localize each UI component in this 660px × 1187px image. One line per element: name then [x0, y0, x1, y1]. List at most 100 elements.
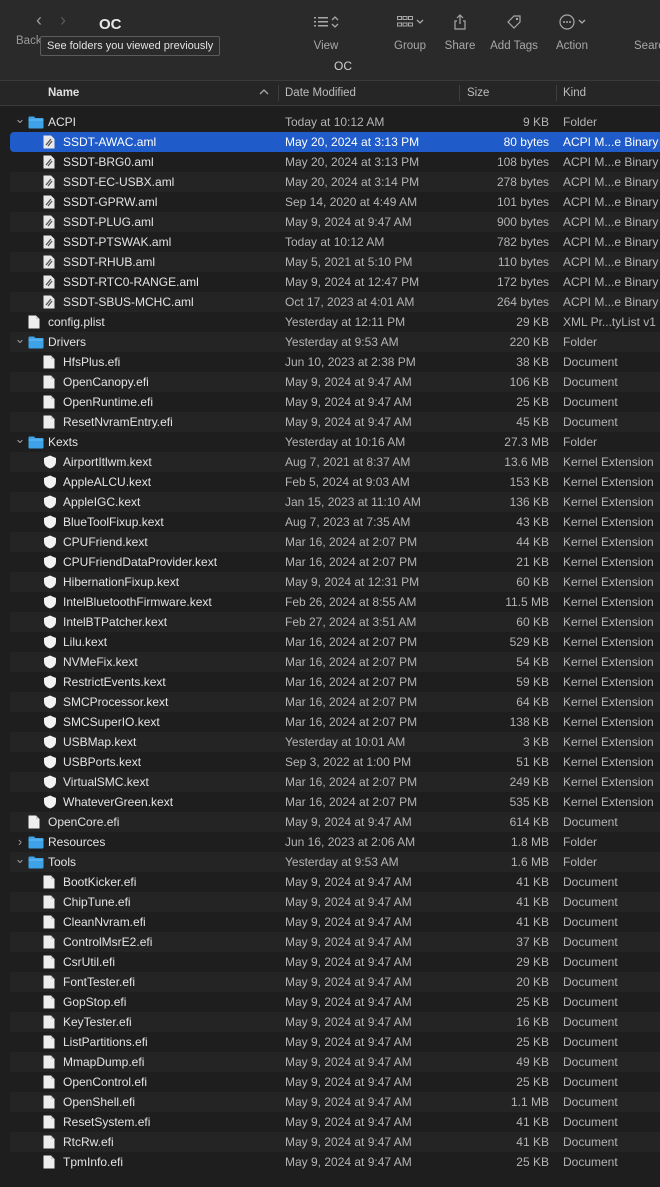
group-button[interactable]: Group	[390, 12, 430, 52]
view-button[interactable]: View	[306, 12, 346, 52]
column-divider[interactable]	[278, 85, 279, 101]
file-row[interactable]: OpenControl.efi May 9, 2024 at 9:47 AM 25 …	[0, 1072, 660, 1092]
file-row[interactable]: ControlMsrE2.efi May 9, 2024 at 9:47 AM 37…	[0, 932, 660, 952]
file-date-modified: May 9, 2024 at 9:47 AM	[285, 995, 412, 1009]
file-row[interactable]: OpenShell.efi May 9, 2024 at 9:47 AM 1.1 M…	[0, 1092, 660, 1112]
file-row[interactable]: MmapDump.efi May 9, 2024 at 9:47 AM 49 KB D…	[0, 1052, 660, 1072]
file-row[interactable]: Lilu.kext Mar 16, 2024 at 2:07 PM 529 KB Ke…	[0, 632, 660, 652]
folder-icon	[28, 855, 44, 869]
file-row[interactable]: ResetNvramEntry.efi May 9, 2024 at 9:47 A…	[0, 412, 660, 432]
file-row[interactable]: ChipTune.efi May 9, 2024 at 9:47 AM 41 KB D…	[0, 892, 660, 912]
file-row[interactable]: BootKicker.efi May 9, 2024 at 9:47 AM 41 K…	[0, 872, 660, 892]
file-size: 41 KB	[516, 895, 549, 909]
file-row[interactable]: SMCSuperIO.kext Mar 16, 2024 at 2:07 PM 13…	[0, 712, 660, 732]
file-row[interactable]: ⌄ ACPI Today at 10:12 AM 9 KB Folder	[0, 109, 660, 132]
add-tags-button[interactable]: Add Tags	[488, 12, 540, 52]
file-kind: ACPI M...e Binary	[563, 215, 659, 229]
file-size: 41 KB	[516, 875, 549, 889]
sort-ascending-icon[interactable]	[259, 88, 269, 96]
file-row[interactable]: SSDT-BRG0.aml May 20, 2024 at 3:13 PM 108 …	[0, 152, 660, 172]
back-tooltip: See folders you viewed previously	[40, 36, 221, 56]
file-name: CleanNvram.efi	[63, 915, 146, 929]
file-row[interactable]: config.plist Yesterday at 12:11 PM 29 KB XM…	[0, 312, 660, 332]
column-name[interactable]: Name	[48, 87, 79, 99]
file-row[interactable]: BlueToolFixup.kext Aug 7, 2023 at 7:35 AM…	[0, 512, 660, 532]
file-row[interactable]: SMCProcessor.kext Mar 16, 2024 at 2:07 PM…	[0, 692, 660, 712]
file-row[interactable]: SSDT-RHUB.aml May 5, 2021 at 5:10 PM 110 b…	[0, 252, 660, 272]
group-grid-icon	[396, 16, 413, 27]
file-row[interactable]: OpenCanopy.efi May 9, 2024 at 9:47 AM 106 …	[0, 372, 660, 392]
document-icon	[28, 815, 42, 829]
file-name: Kexts	[48, 435, 79, 449]
disclosure-open-icon[interactable]: ⌄	[14, 329, 26, 349]
file-name: RtcRw.efi	[63, 1135, 114, 1149]
column-size[interactable]: Size	[467, 87, 489, 99]
file-date-modified: Feb 27, 2024 at 3:51 AM	[285, 615, 417, 629]
file-row[interactable]: ⌄ Drivers Yesterday at 9:53 AM 220 KB Folder	[0, 329, 660, 352]
forward-chevron-icon[interactable]: ›	[52, 10, 74, 30]
file-row[interactable]: GopStop.efi May 9, 2024 at 9:47 AM 25 KB Do…	[0, 992, 660, 1012]
action-button[interactable]: Action	[552, 12, 592, 52]
share-button[interactable]: Share	[442, 12, 478, 52]
file-date-modified: Jun 16, 2023 at 2:06 AM	[285, 835, 416, 849]
back-chevron-icon[interactable]: ‹	[28, 10, 50, 30]
file-row[interactable]: AppleALCU.kext Feb 5, 2024 at 9:03 AM 153 …	[0, 472, 660, 492]
file-kind: Document	[563, 355, 618, 369]
file-kind: Kernel Extension	[563, 655, 654, 669]
file-row[interactable]: TpmInfo.efi May 9, 2024 at 9:47 AM 25 KB Do…	[0, 1152, 660, 1172]
column-date-modified[interactable]: Date Modified	[285, 87, 356, 99]
file-row[interactable]: ResetSystem.efi May 9, 2024 at 9:47 AM 41 …	[0, 1112, 660, 1132]
file-kind: Document	[563, 375, 618, 389]
disclosure-open-icon[interactable]: ⌄	[14, 429, 26, 449]
file-row[interactable]: OpenCore.efi May 9, 2024 at 9:47 AM 614 KB…	[0, 812, 660, 832]
file-row[interactable]: RestrictEvents.kext Mar 16, 2024 at 2:07 …	[0, 672, 660, 692]
file-row[interactable]: SSDT-PTSWAK.aml Today at 10:12 AM 782 byte…	[0, 232, 660, 252]
file-row[interactable]: RtcRw.efi May 9, 2024 at 9:47 AM 41 KB Docu…	[0, 1132, 660, 1152]
file-row[interactable]: AppleIGC.kext Jan 15, 2023 at 11:10 AM 136…	[0, 492, 660, 512]
file-row[interactable]: SSDT-AWAC.aml May 20, 2024 at 3:13 PM 80 b…	[0, 132, 660, 152]
disclosure-open-icon[interactable]: ⌄	[14, 849, 26, 869]
file-kind: Kernel Extension	[563, 715, 654, 729]
file-size: 11.5 MB	[505, 595, 549, 609]
file-row[interactable]: VirtualSMC.kext Mar 16, 2024 at 2:07 PM 24…	[0, 772, 660, 792]
file-row[interactable]: HfsPlus.efi Jun 10, 2023 at 2:38 PM 38 KB D…	[0, 352, 660, 372]
file-row[interactable]: CsrUtil.efi May 9, 2024 at 9:47 AM 29 KB Do…	[0, 952, 660, 972]
file-row[interactable]: ⌄ Tools Yesterday at 9:53 AM 1.6 MB Folder	[0, 849, 660, 872]
file-row[interactable]: ⌄ Kexts Yesterday at 10:16 AM 27.3 MB Folder	[0, 429, 660, 452]
file-row[interactable]: IntelBluetoothFirmware.kext Feb 26, 2024 …	[0, 592, 660, 612]
file-row[interactable]: OpenRuntime.efi May 9, 2024 at 9:47 AM 25 …	[0, 392, 660, 412]
aml-file-icon	[43, 195, 57, 209]
file-row[interactable]: WhateverGreen.kext Mar 16, 2024 at 2:07 P…	[0, 792, 660, 812]
file-row[interactable]: NVMeFix.kext Mar 16, 2024 at 2:07 PM 54 KB…	[0, 652, 660, 672]
file-row[interactable]: FontTester.efi May 9, 2024 at 9:47 AM 20 K…	[0, 972, 660, 992]
file-row[interactable]: USBMap.kext Yesterday at 10:01 AM 3 KB Kern…	[0, 732, 660, 752]
file-kind: Kernel Extension	[563, 555, 654, 569]
file-row[interactable]: CPUFriend.kext Mar 16, 2024 at 2:07 PM 44 …	[0, 532, 660, 552]
file-row[interactable]: USBPorts.kext Sep 3, 2022 at 1:00 PM 51 KB…	[0, 752, 660, 772]
file-row[interactable]: ListPartitions.efi May 9, 2024 at 9:47 AM…	[0, 1032, 660, 1052]
kext-icon	[43, 615, 57, 629]
file-row[interactable]: HibernationFixup.kext May 9, 2024 at 12:3…	[0, 572, 660, 592]
file-name: OpenControl.efi	[63, 1075, 148, 1089]
file-row[interactable]: CleanNvram.efi May 9, 2024 at 9:47 AM 41 K…	[0, 912, 660, 932]
file-row[interactable]: SSDT-SBUS-MCHC.aml Oct 17, 2023 at 4:01 A…	[0, 292, 660, 312]
file-kind: ACPI M...e Binary	[563, 195, 659, 209]
file-row[interactable]: IntelBTPatcher.kext Feb 27, 2024 at 3:51 …	[0, 612, 660, 632]
file-row[interactable]: KeyTester.efi May 9, 2024 at 9:47 AM 16 KB…	[0, 1012, 660, 1032]
file-row[interactable]: SSDT-PLUG.aml May 9, 2024 at 9:47 AM 900 b…	[0, 212, 660, 232]
file-name: OpenCanopy.efi	[63, 375, 149, 389]
column-kind[interactable]: Kind	[563, 87, 586, 99]
toolbar: ‹ › Back OC See folders you viewed previ…	[0, 0, 660, 80]
folder-icon	[28, 835, 44, 849]
search-button[interactable]: Search	[634, 12, 660, 52]
file-row[interactable]: CPUFriendDataProvider.kext Mar 16, 2024 a…	[0, 552, 660, 572]
file-row[interactable]: AirportItlwm.kext Aug 7, 2021 at 8:37 AM 1…	[0, 452, 660, 472]
file-row[interactable]: › Resources Jun 16, 2023 at 2:06 AM 1.8 MB F…	[0, 832, 660, 852]
disclosure-open-icon[interactable]: ⌄	[14, 109, 26, 129]
file-row[interactable]: SSDT-GPRW.aml Sep 14, 2020 at 4:49 AM 101 …	[0, 192, 660, 212]
file-row[interactable]: SSDT-EC-USBX.aml May 20, 2024 at 3:14 PM 2…	[0, 172, 660, 192]
column-divider[interactable]	[459, 85, 460, 101]
column-divider[interactable]	[556, 85, 557, 101]
file-name: VirtualSMC.kext	[63, 775, 149, 789]
file-row[interactable]: SSDT-RTC0-RANGE.aml May 9, 2024 at 12:47 …	[0, 272, 660, 292]
